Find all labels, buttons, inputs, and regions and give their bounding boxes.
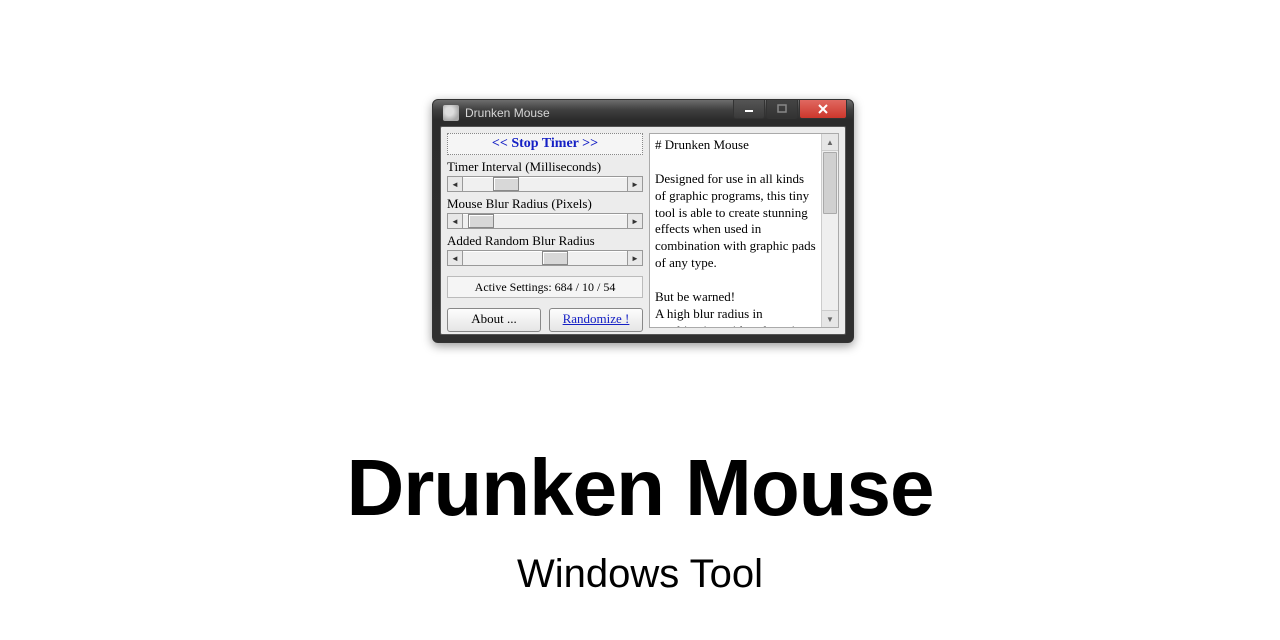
- maximize-button[interactable]: [766, 100, 798, 119]
- info-heading: # Drunken Mouse: [655, 137, 749, 152]
- window-title: Drunken Mouse: [465, 106, 550, 120]
- window-controls: [733, 100, 847, 119]
- info-scrollbar[interactable]: ▲ ▼: [821, 134, 838, 327]
- page-headline: Drunken Mouse: [0, 448, 1280, 528]
- timer-interval-slider[interactable]: ◄ ►: [447, 176, 643, 192]
- slider-mid[interactable]: [463, 214, 627, 228]
- slider-group-1: Mouse Blur Radius (Pixels) ◄ ►: [447, 196, 643, 229]
- slider-group-0: Timer Interval (Milliseconds) ◄ ►: [447, 159, 643, 192]
- close-icon: [817, 104, 829, 114]
- maximize-icon: [777, 104, 787, 114]
- slider-group-2: Added Random Blur Radius ◄ ►: [447, 233, 643, 266]
- slider-label: Mouse Blur Radius (Pixels): [447, 196, 643, 212]
- minimize-button[interactable]: [733, 100, 765, 119]
- info-text: # Drunken Mouse Designed for use in all …: [650, 134, 821, 327]
- scroll-up-arrow-icon[interactable]: ▲: [822, 134, 838, 151]
- random-blur-slider[interactable]: ◄ ►: [447, 250, 643, 266]
- slider-label: Added Random Blur Radius: [447, 233, 643, 249]
- info-panel: # Drunken Mouse Designed for use in all …: [649, 133, 839, 328]
- active-settings-display: Active Settings: 684 / 10 / 54: [447, 276, 643, 298]
- slider-mid[interactable]: [463, 251, 627, 265]
- about-button[interactable]: About ...: [447, 308, 541, 332]
- app-window: Drunken Mouse << Stop Timer >> Timer Int…: [432, 99, 854, 343]
- randomize-button[interactable]: Randomize !: [549, 308, 643, 332]
- slider-thumb[interactable]: [468, 214, 494, 228]
- slider-left-arrow-icon[interactable]: ◄: [448, 214, 463, 228]
- slider-thumb[interactable]: [542, 251, 568, 265]
- slider-left-arrow-icon[interactable]: ◄: [448, 177, 463, 191]
- stop-timer-button[interactable]: << Stop Timer >>: [447, 133, 643, 155]
- mouse-blur-slider[interactable]: ◄ ►: [447, 213, 643, 229]
- info-body: Designed for use in all kinds of graphic…: [655, 171, 816, 327]
- slider-thumb[interactable]: [493, 177, 519, 191]
- slider-right-arrow-icon[interactable]: ►: [627, 214, 642, 228]
- slider-right-arrow-icon[interactable]: ►: [627, 177, 642, 191]
- scroll-down-arrow-icon[interactable]: ▼: [822, 310, 838, 327]
- minimize-icon: [744, 104, 754, 114]
- slider-label: Timer Interval (Milliseconds): [447, 159, 643, 175]
- slider-left-arrow-icon[interactable]: ◄: [448, 251, 463, 265]
- app-icon: [443, 105, 459, 121]
- page-subhead: Windows Tool: [0, 552, 1280, 597]
- slider-right-arrow-icon[interactable]: ►: [627, 251, 642, 265]
- window-client: << Stop Timer >> Timer Interval (Millise…: [440, 126, 846, 335]
- slider-mid[interactable]: [463, 177, 627, 191]
- titlebar[interactable]: Drunken Mouse: [433, 100, 853, 125]
- bottom-buttons: About ... Randomize !: [447, 308, 643, 332]
- close-button[interactable]: [799, 100, 847, 119]
- scroll-thumb[interactable]: [823, 152, 837, 214]
- left-panel: << Stop Timer >> Timer Interval (Millise…: [447, 133, 643, 328]
